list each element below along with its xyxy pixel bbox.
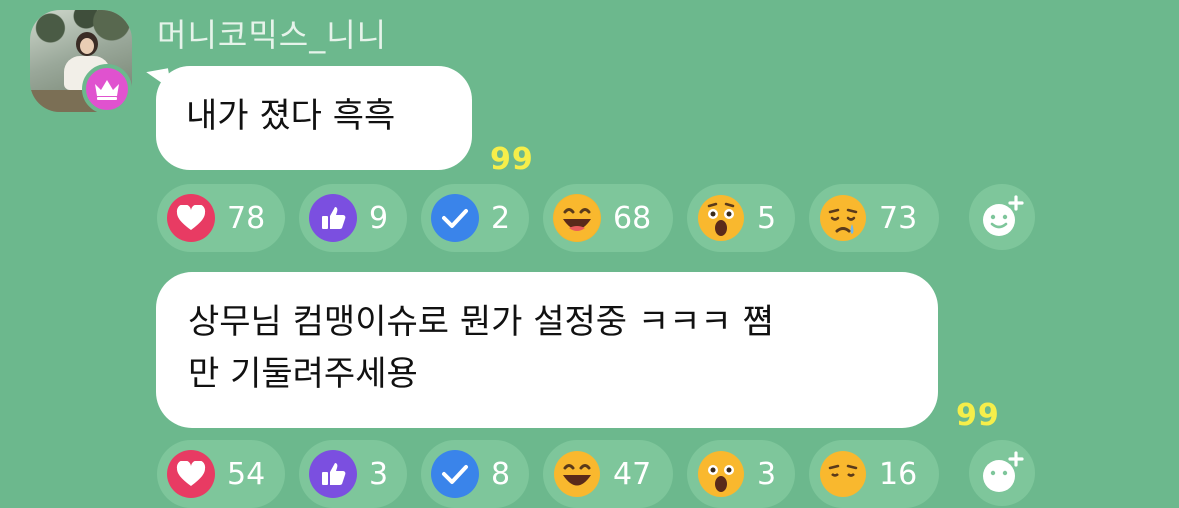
heart-icon (167, 194, 215, 242)
reaction-count: 73 (879, 200, 918, 236)
message-bubble[interactable]: 상무님 컴맹이슈로 뭔가 설정중 ㅋㅋㅋ 쪔 만 기둘려주세용 (156, 272, 938, 428)
message-text-line-1: 상무님 컴맹이슈로 뭔가 설정중 ㅋㅋㅋ 쪔 (188, 302, 774, 342)
add-reaction-button[interactable] (969, 184, 1035, 250)
laughing-face-icon (553, 450, 601, 498)
surprised-face-icon (697, 450, 745, 498)
avatar-person-face (80, 38, 94, 54)
reaction-laughing[interactable]: 47 (543, 440, 673, 508)
crown-icon (82, 64, 132, 114)
reaction-surprised[interactable]: 5 (687, 184, 795, 252)
reaction-count: 3 (369, 456, 389, 492)
message-text: 내가 졌다 흑흑 (186, 96, 396, 136)
reaction-thumbs-up[interactable]: 9 (299, 184, 407, 252)
reaction-count: 8 (491, 456, 511, 492)
reaction-count: 78 (227, 200, 266, 236)
reaction-count: 3 (757, 456, 777, 492)
unread-count: 99 (956, 398, 1000, 433)
reaction-sad[interactable]: 16 (809, 440, 939, 508)
reaction-check[interactable]: 2 (421, 184, 529, 252)
reaction-count: 5 (757, 200, 777, 236)
add-reaction-icon (983, 195, 1024, 236)
reaction-count: 47 (613, 456, 652, 492)
check-icon (431, 194, 479, 242)
check-icon (431, 450, 479, 498)
message-text-line-2: 만 기둘려주세용 (188, 354, 418, 394)
thumbs-up-icon (309, 450, 357, 498)
reaction-laughing[interactable]: 68 (543, 184, 673, 252)
reaction-heart[interactable]: 78 (157, 184, 285, 252)
reaction-heart[interactable]: 54 (157, 440, 285, 508)
reaction-thumbs-up[interactable]: 3 (299, 440, 407, 508)
sad-face-icon (819, 450, 867, 498)
sad-face-icon (819, 194, 867, 242)
add-reaction-icon (983, 451, 1024, 492)
message-bubble[interactable]: 내가 졌다 흑흑 (156, 66, 472, 170)
reaction-count: 2 (491, 200, 511, 236)
unread-count: 99 (490, 142, 534, 177)
reaction-surprised[interactable]: 3 (687, 440, 795, 508)
reaction-count: 68 (613, 200, 652, 236)
reaction-count: 16 (879, 456, 918, 492)
reaction-count: 9 (369, 200, 389, 236)
laughing-face-icon (553, 194, 601, 242)
reaction-sad[interactable]: 73 (809, 184, 939, 252)
reaction-count: 54 (227, 456, 266, 492)
thumbs-up-icon (309, 194, 357, 242)
reaction-check[interactable]: 8 (421, 440, 529, 508)
surprised-face-icon (697, 194, 745, 242)
add-reaction-button[interactable] (969, 440, 1035, 506)
sender-name: 머니코믹스_니니 (157, 16, 388, 54)
heart-icon (167, 450, 215, 498)
